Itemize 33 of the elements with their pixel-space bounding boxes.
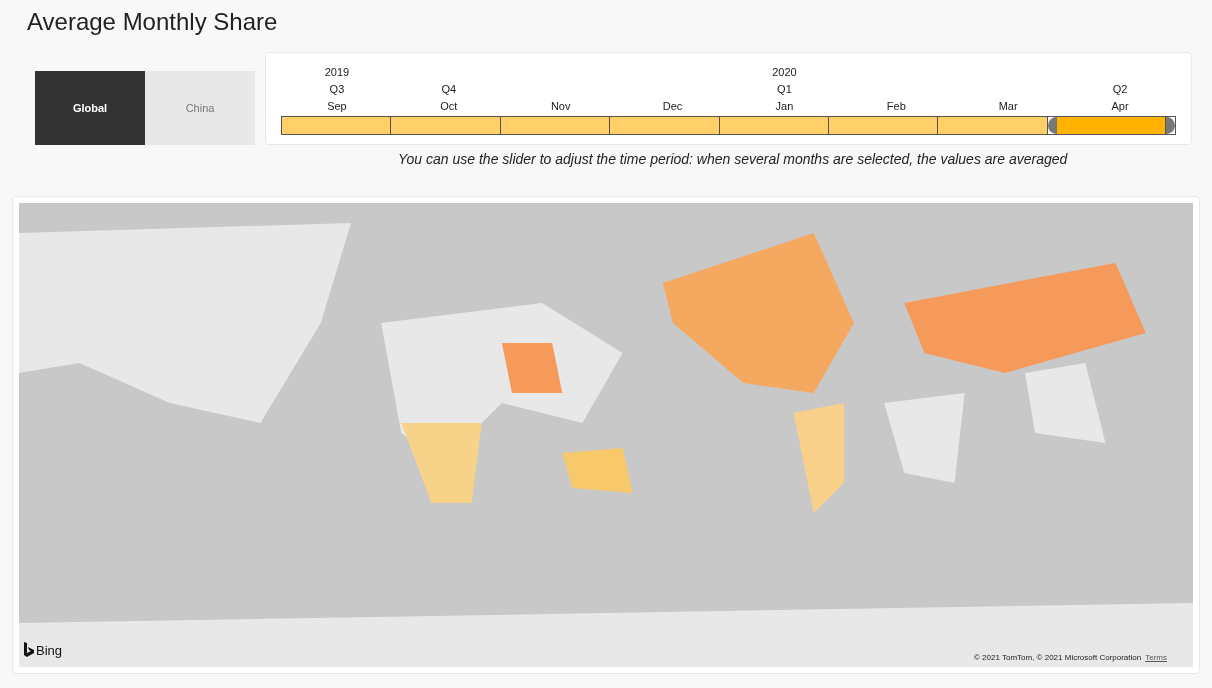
year-label: 2020 xyxy=(772,65,797,80)
month-label: Sep xyxy=(327,99,347,114)
month-label: Feb xyxy=(886,99,906,114)
slicer-button[interactable]: Global xyxy=(35,71,145,145)
month-cell[interactable] xyxy=(610,117,720,134)
quarter-label: Q2 xyxy=(1112,82,1128,97)
timeline-slider[interactable] xyxy=(281,116,1176,135)
month-label: Dec xyxy=(662,99,683,114)
page-title: Average Monthly Share xyxy=(27,7,278,37)
month-cell[interactable] xyxy=(719,117,829,134)
month-cell[interactable] xyxy=(391,117,501,134)
month-label: Mar xyxy=(998,99,1018,114)
month-cell[interactable] xyxy=(938,117,1048,134)
month-cell[interactable] xyxy=(282,117,392,134)
quarter-label: Q3 xyxy=(329,82,345,97)
year-label: 2019 xyxy=(324,65,350,80)
month-cell[interactable] xyxy=(1056,117,1166,134)
month-cell[interactable] xyxy=(828,117,939,134)
slicer-button[interactable]: China xyxy=(145,71,255,145)
month-cell[interactable] xyxy=(500,117,611,134)
slider-hint: You can use the slider to adjust the time period: when several months are selected, the values are averaged xyxy=(398,150,1068,169)
terms-link[interactable]: Terms xyxy=(1145,652,1167,664)
quarter-label: Q4 xyxy=(441,82,457,97)
month-label: Nov xyxy=(550,99,571,114)
slider-handle[interactable] xyxy=(1166,117,1175,134)
month-label: Jan xyxy=(775,99,794,114)
map-logo-text: Bing xyxy=(36,641,63,660)
month-label: Apr xyxy=(1111,99,1129,114)
quarter-label: Q1 xyxy=(777,82,792,97)
slider-handle[interactable] xyxy=(1047,117,1057,134)
map-copyright: © 2021 TomTom, © 2021 Microsoft Corporation xyxy=(973,652,1142,664)
bing-logo-icon xyxy=(24,642,34,659)
month-label: Oct xyxy=(440,99,458,114)
